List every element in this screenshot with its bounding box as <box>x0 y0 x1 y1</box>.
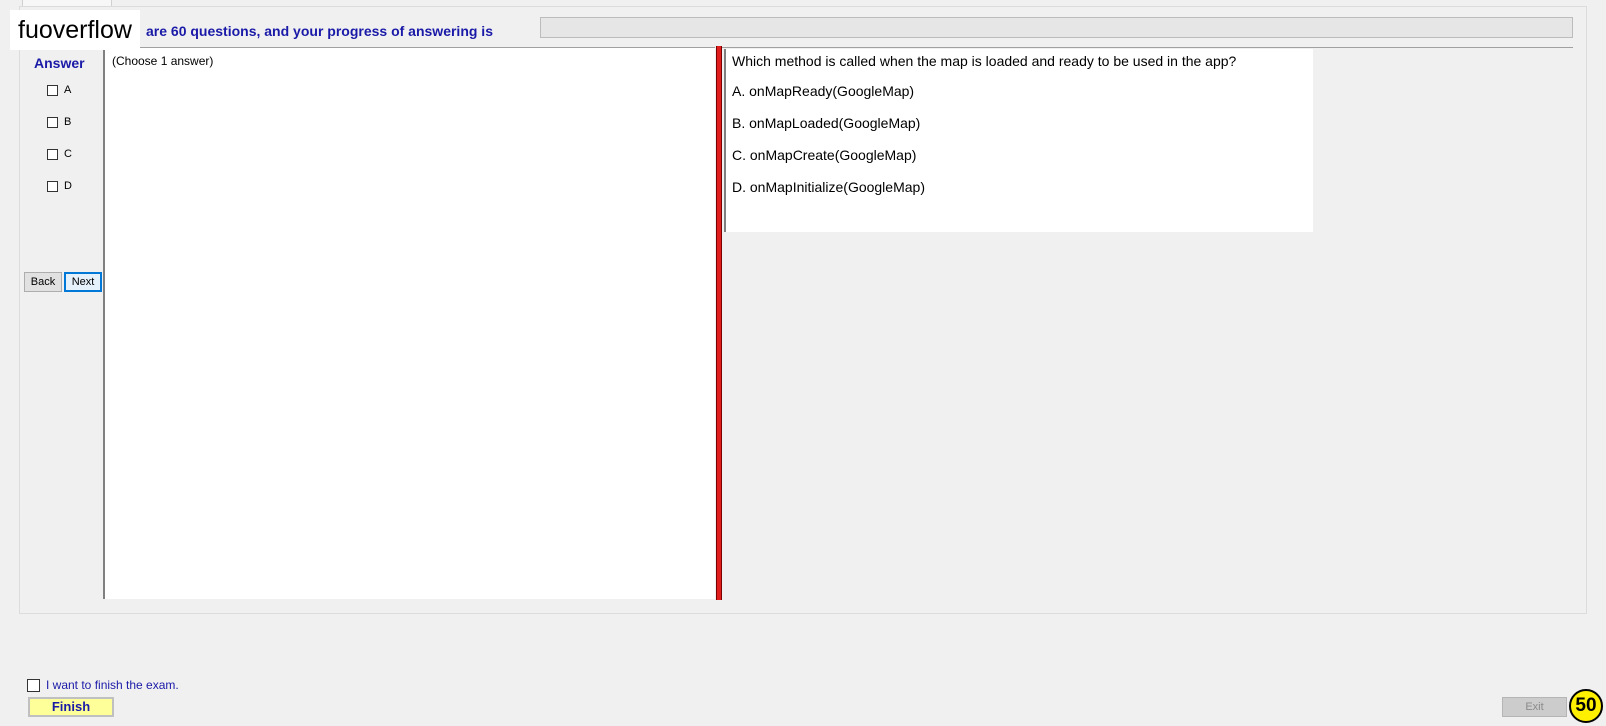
finish-exam-checkbox[interactable] <box>27 678 40 692</box>
choice-c: C. onMapCreate(GoogleMap) <box>732 147 917 163</box>
next-button[interactable]: Next <box>64 272 102 292</box>
checkbox-a[interactable] <box>47 84 58 96</box>
finish-exam-label: I want to finish the exam. <box>46 678 179 692</box>
answer-option-c[interactable]: C <box>47 146 72 162</box>
answer-option-d[interactable]: D <box>47 178 72 194</box>
checkbox-d[interactable] <box>47 180 58 192</box>
back-button[interactable]: Back <box>24 272 62 292</box>
answer-option-b[interactable]: B <box>47 114 71 130</box>
choose-instruction: (Choose 1 answer) <box>112 54 214 68</box>
option-label-a: A <box>64 84 72 96</box>
answer-heading: Answer <box>34 55 85 71</box>
option-label-b: B <box>64 116 72 128</box>
progress-bar <box>540 17 1573 38</box>
finish-exam-option[interactable]: I want to finish the exam. <box>27 678 179 692</box>
answer-text-area: (Choose 1 answer) <box>103 47 715 599</box>
checkbox-b[interactable] <box>47 116 58 128</box>
checkbox-c[interactable] <box>47 148 58 160</box>
choice-a: A. onMapReady(GoogleMap) <box>732 83 915 99</box>
watermark: fuoverflow <box>10 10 140 50</box>
progress-text: are 60 questions, and your progress of a… <box>146 23 493 39</box>
option-label-d: D <box>64 180 72 192</box>
answer-option-a[interactable]: A <box>47 82 71 98</box>
question-number-badge: 50 <box>1569 689 1603 723</box>
choice-b: B. onMapLoaded(GoogleMap) <box>732 115 921 131</box>
question-box: Which method is called when the map is l… <box>724 49 1313 232</box>
choice-d: D. onMapInitialize(GoogleMap) <box>732 179 925 195</box>
option-label-c: C <box>64 148 72 160</box>
exit-button[interactable]: Exit <box>1502 697 1567 717</box>
finish-button[interactable]: Finish <box>28 697 114 717</box>
question-text: Which method is called when the map is l… <box>732 53 1237 69</box>
